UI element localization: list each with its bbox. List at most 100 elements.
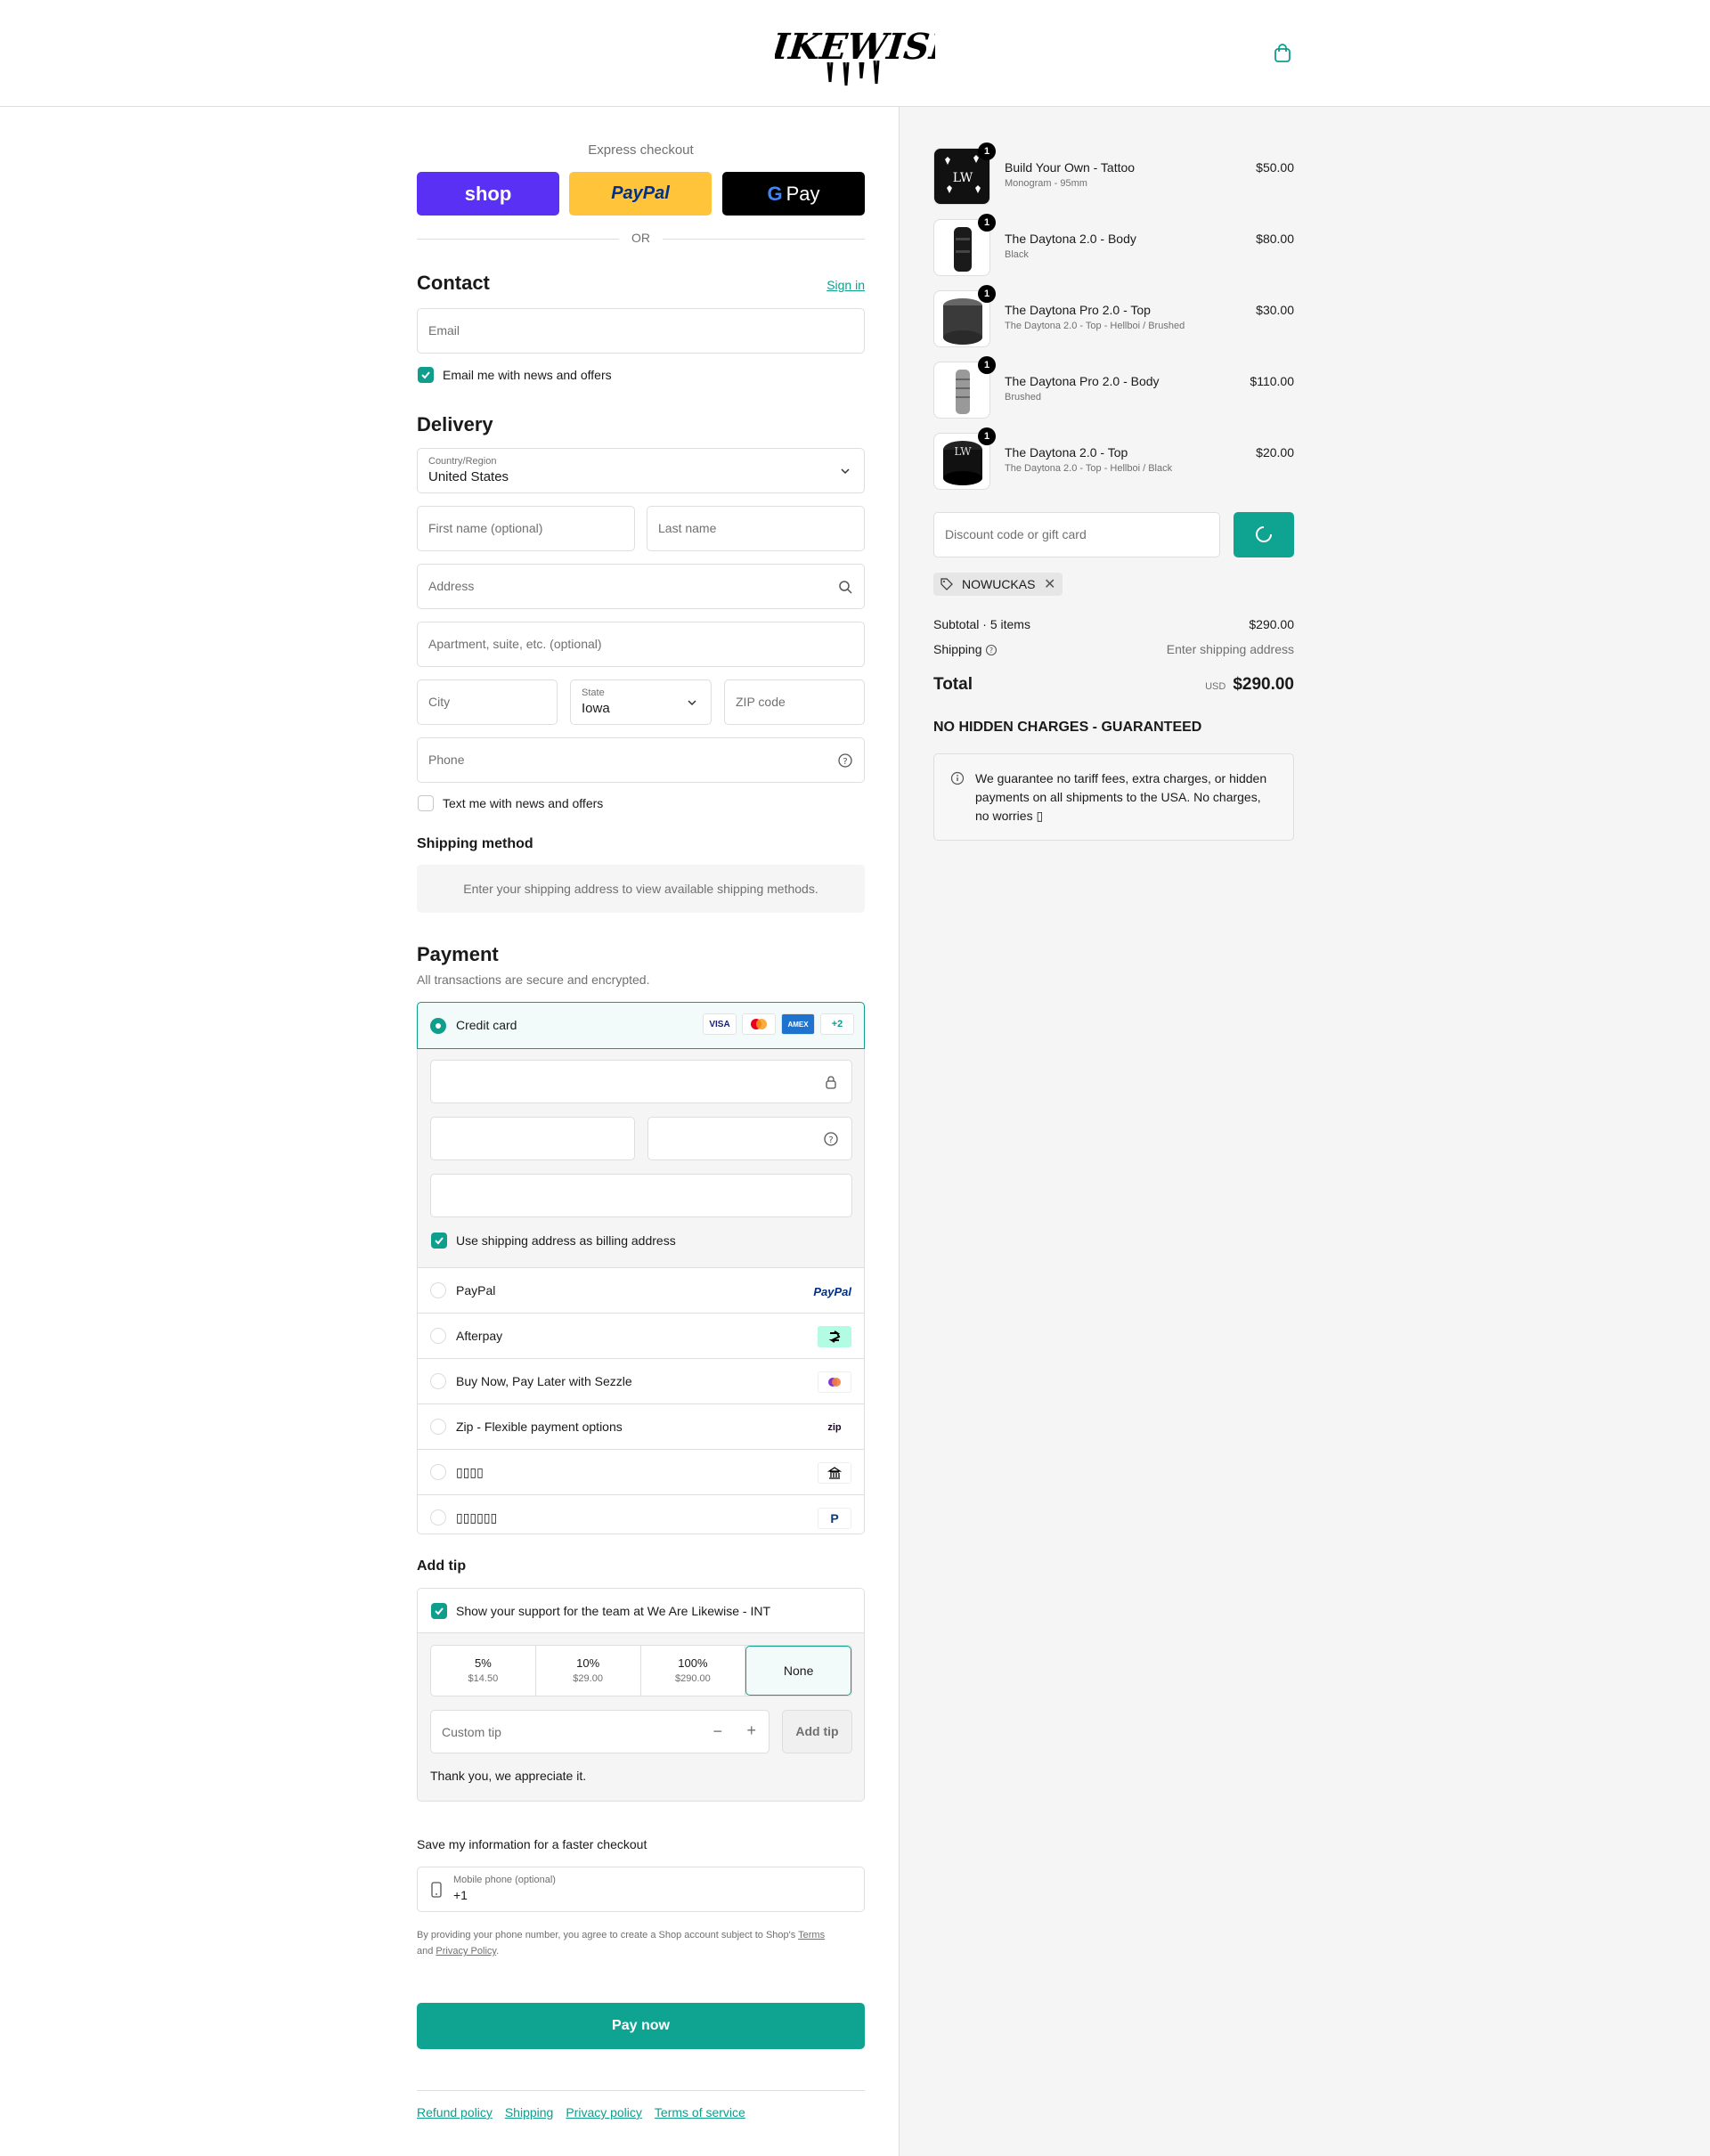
add-tip-button[interactable]: Add tip <box>782 1710 852 1753</box>
zip-icon: zip <box>827 1422 842 1433</box>
city-field[interactable]: City <box>417 679 558 725</box>
help-icon[interactable]: ? <box>823 1131 839 1147</box>
credit-card-radio[interactable] <box>430 1018 446 1034</box>
search-icon <box>839 581 852 594</box>
sign-in-link[interactable]: Sign in <box>826 278 865 292</box>
footer-divider <box>417 2090 865 2091</box>
discount-code-field[interactable]: Discount code or gift card <box>933 512 1220 557</box>
afterpay-icon <box>818 1326 851 1347</box>
sezzle-radio[interactable] <box>430 1373 446 1389</box>
address-placeholder: Address <box>428 579 475 593</box>
bank-radio[interactable] <box>430 1464 446 1480</box>
bank-label: ▯▯▯▯ <box>456 1465 484 1479</box>
help-icon[interactable]: ? <box>985 644 998 656</box>
security-code-field[interactable]: ? <box>647 1117 852 1160</box>
afterpay-radio[interactable] <box>430 1328 446 1344</box>
billing-same-checkbox[interactable] <box>431 1233 447 1249</box>
shipping-policy-link[interactable]: Shipping <box>505 2105 554 2119</box>
credit-card-fields: ? Use shipping address as billing addres… <box>418 1049 864 1268</box>
chevron-down-icon <box>688 700 696 706</box>
country-label: Country/Region <box>428 456 497 467</box>
item-name: The Daytona 2.0 - Body <box>1005 232 1136 246</box>
item-name: The Daytona Pro 2.0 - Top <box>1005 303 1151 317</box>
cart-icon[interactable] <box>1272 43 1293 64</box>
paypal-express-button[interactable]: PayPal <box>569 172 712 216</box>
pay-now-button[interactable]: Pay now <box>417 2003 865 2049</box>
first-name-field[interactable]: First name (optional) <box>417 506 635 551</box>
apartment-field[interactable]: Apartment, suite, etc. (optional) <box>417 622 865 667</box>
payment-option-sezzle[interactable]: Buy Now, Pay Later with Sezzle <box>418 1359 864 1404</box>
country-select[interactable]: Country/Region United States <box>417 448 865 493</box>
item-price: $110.00 <box>1250 374 1294 388</box>
subtotal-label: Subtotal · 5 items <box>933 617 1030 631</box>
delivery-heading: Delivery <box>417 413 493 435</box>
quantity-badge: 1 <box>978 285 996 303</box>
terms-of-service-link[interactable]: Terms of service <box>655 2105 745 2119</box>
svg-text:LW: LW <box>953 171 973 185</box>
help-icon[interactable]: ? <box>837 753 853 769</box>
google-pay-button[interactable]: G Pay <box>722 172 865 216</box>
more-cards-badge: +2 <box>820 1013 854 1035</box>
guarantee-text: We guarantee no tariff fees, extra charg… <box>975 771 1267 823</box>
remove-discount-icon[interactable]: ✕ <box>1044 575 1055 593</box>
email-field[interactable]: Email <box>417 308 865 354</box>
shipping-label: Shipping <box>933 642 982 656</box>
paidy-radio[interactable] <box>430 1509 446 1525</box>
total-value: $290.00 <box>1233 675 1294 694</box>
expiration-date-field[interactable] <box>430 1117 635 1160</box>
tip-option-5[interactable]: 5% $14.50 <box>431 1646 536 1696</box>
likewise-logo[interactable]: LIKEWISE <box>775 18 935 89</box>
phone-field[interactable]: Phone ? <box>417 737 865 783</box>
mobile-phone-field[interactable]: Mobile phone (optional) +1 <box>417 1867 865 1912</box>
privacy-policy-footer-link[interactable]: Privacy policy <box>566 2105 642 2119</box>
text-news-checkbox[interactable] <box>418 795 434 811</box>
shop-pay-button[interactable]: shop <box>417 172 559 216</box>
item-variant: Monogram - 95mm <box>1005 178 1087 189</box>
sezzle-icon <box>818 1371 851 1393</box>
tip-option-10[interactable]: 10% $29.00 <box>536 1646 641 1696</box>
loading-spinner-icon <box>1256 526 1272 542</box>
email-news-label: Email me with news and offers <box>443 368 612 382</box>
email-news-checkbox[interactable] <box>418 367 434 383</box>
tip-support-checkbox[interactable] <box>431 1603 447 1619</box>
item-price: $20.00 <box>1256 445 1294 460</box>
item-variant: The Daytona 2.0 - Top - Hellboi / Black <box>1005 463 1173 474</box>
payment-option-bank[interactable]: ▯▯▯▯ <box>418 1450 864 1495</box>
zip-field[interactable]: ZIP code <box>724 679 865 725</box>
apply-discount-button[interactable] <box>1234 512 1294 557</box>
address-field[interactable]: Address <box>417 564 865 609</box>
last-name-field[interactable]: Last name <box>647 506 865 551</box>
payment-option-paypal[interactable]: PayPal PayPal <box>418 1268 864 1314</box>
payment-option-zip[interactable]: Zip - Flexible payment options zip <box>418 1404 864 1450</box>
tip-support-label: Show your support for the team at We Are… <box>456 1604 771 1618</box>
card-number-field[interactable] <box>430 1060 852 1103</box>
item-price: $30.00 <box>1256 303 1294 317</box>
phone-placeholder: Phone <box>428 753 465 767</box>
payment-option-paidy[interactable]: ▯▯▯▯▯▯ P <box>418 1495 864 1534</box>
legal-and: and <box>417 1946 434 1957</box>
zip-radio[interactable] <box>430 1419 446 1435</box>
guarantee-heading: NO HIDDEN CHARGES - GUARANTEED <box>933 720 1202 735</box>
paypal-radio[interactable] <box>430 1282 446 1298</box>
info-icon <box>950 771 965 785</box>
terms-link[interactable]: Terms <box>798 1930 825 1940</box>
first-name-placeholder: First name (optional) <box>428 521 543 535</box>
privacy-policy-link[interactable]: Privacy Policy <box>436 1946 496 1957</box>
tip-option-none[interactable]: None <box>745 1646 851 1696</box>
amex-icon: AMEX <box>781 1013 815 1035</box>
item-variant: Brushed <box>1005 392 1041 403</box>
plus-icon[interactable]: + <box>746 1721 756 1740</box>
subtotal-value: $290.00 <box>1249 617 1294 631</box>
last-name-placeholder: Last name <box>658 521 717 535</box>
minus-icon[interactable]: − <box>712 1722 722 1741</box>
name-on-card-field[interactable] <box>430 1174 852 1217</box>
state-select[interactable]: State Iowa <box>570 679 712 725</box>
header: LIKEWISE <box>0 0 1710 107</box>
tip-option-100[interactable]: 100% $290.00 <box>641 1646 746 1696</box>
custom-tip-field[interactable]: Custom tip − + <box>430 1710 770 1753</box>
shipping-method-heading: Shipping method <box>417 836 533 851</box>
payment-option-afterpay[interactable]: Afterpay <box>418 1314 864 1359</box>
svg-text:LIKEWISE: LIKEWISE <box>775 26 935 68</box>
refund-policy-link[interactable]: Refund policy <box>417 2105 493 2119</box>
credit-card-option[interactable]: Credit card VISA AMEX +2 <box>417 1002 865 1049</box>
